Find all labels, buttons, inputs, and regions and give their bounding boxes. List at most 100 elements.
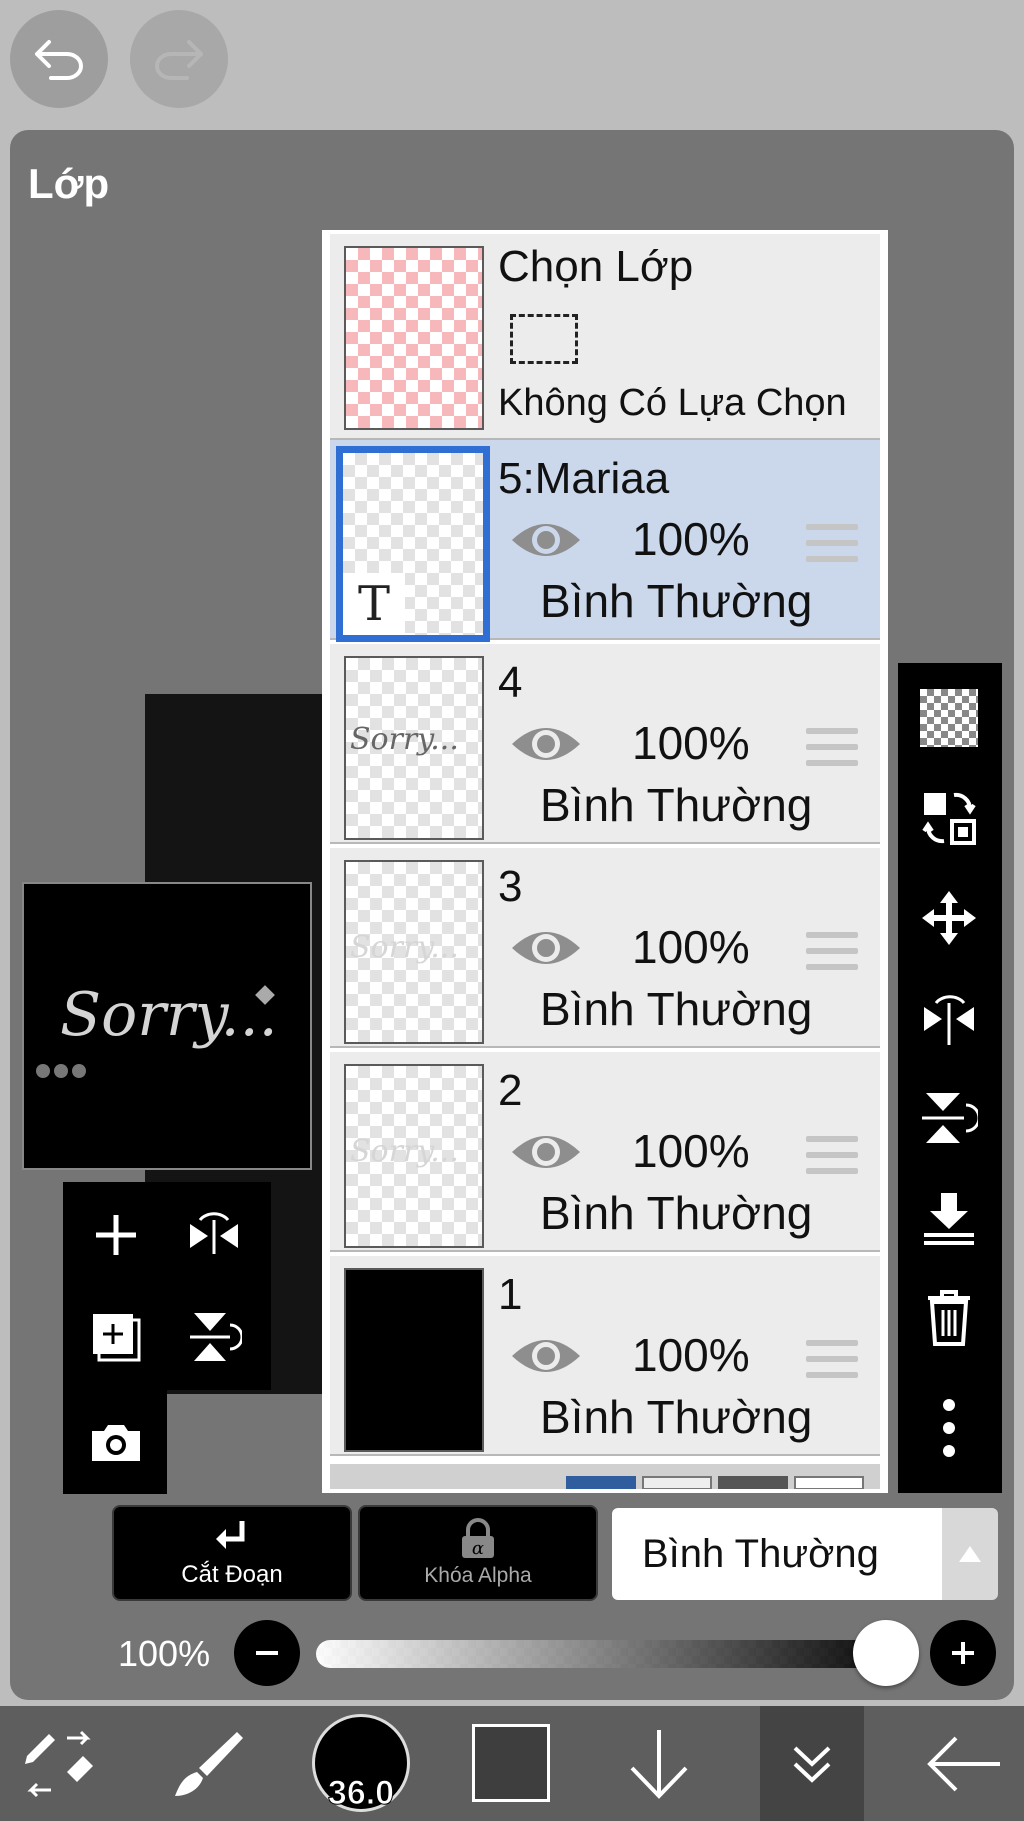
transparent-fill-button[interactable] [914, 683, 984, 753]
redo-button[interactable] [130, 10, 228, 108]
right-toolbar [898, 663, 1002, 1493]
layer-thumbnail: Sorry... [344, 1064, 484, 1248]
left-toolbar-camera [63, 1390, 167, 1494]
plus-icon [96, 1215, 136, 1255]
pen-eraser-icon [25, 1730, 93, 1797]
layer-row[interactable]: T 5:Mariaa 100% Bình Thường [330, 440, 880, 642]
flip-vertical-icon [922, 1093, 978, 1143]
redo-icon [155, 40, 203, 80]
brush-button[interactable] [164, 1706, 254, 1821]
drag-handle-icon[interactable] [806, 1340, 858, 1380]
merge-down-button[interactable] [914, 1183, 984, 1253]
drag-handle-icon[interactable] [806, 932, 858, 972]
thumbnail-text: Sorry... [350, 1134, 459, 1169]
canvas-preview[interactable]: Sorry... [22, 882, 312, 1170]
checker-icon [920, 689, 978, 747]
layer-thumbnail [344, 1268, 484, 1452]
blend-mode-arrow[interactable] [942, 1508, 998, 1600]
clipping-label: Cắt Đoạn [181, 1561, 283, 1588]
eye-icon[interactable] [510, 516, 582, 564]
merge-down-icon [924, 1193, 974, 1245]
flip-horizontal-button[interactable] [179, 1200, 249, 1270]
blend-mode-select[interactable]: Bình Thường [612, 1508, 942, 1600]
layer-thumbnail: T [336, 446, 490, 642]
thumbnail-text: Sorry... [350, 722, 459, 757]
layer-thumbnail: Sorry... [344, 860, 484, 1044]
layer-name: 3 [498, 862, 523, 911]
swap-layers-icon [922, 792, 976, 845]
undo-button[interactable] [10, 10, 108, 108]
panel-title: Lớp [28, 160, 110, 207]
duplicate-layer-icon [93, 1314, 141, 1362]
opacity-label: 100% [118, 1633, 211, 1674]
more-options-button[interactable] [914, 1393, 984, 1463]
plus-icon [952, 1642, 974, 1664]
double-chevron-down-icon [793, 1746, 831, 1783]
opacity-decrease-button[interactable] [234, 1620, 300, 1686]
opacity-slider[interactable] [316, 1640, 890, 1668]
preview-dots [36, 1064, 86, 1083]
layer-list: Chọn Lớp Không Có Lựa Chọn T 5:Mariaa 10… [322, 230, 888, 1493]
clipping-button[interactable]: Cắt Đoạn [112, 1505, 352, 1601]
color-swatch[interactable] [472, 1724, 550, 1802]
tool-switch-button[interactable] [14, 1706, 104, 1821]
drag-handle-icon[interactable] [806, 524, 858, 564]
layer-thumbnail: Sorry... [344, 656, 484, 840]
brush-icon [175, 1731, 243, 1796]
eye-icon[interactable] [510, 1128, 582, 1176]
layer-row[interactable]: Sorry... 2 100% Bình Thường [330, 1052, 880, 1252]
camera-button[interactable] [81, 1408, 151, 1478]
alpha-lock-label: Khóa Alpha [424, 1564, 532, 1587]
layer-row[interactable]: 1 100% Bình Thường [330, 1256, 880, 1456]
layer-row[interactable]: Sorry... 3 100% Bình Thường [330, 848, 880, 1048]
layer-name: 4 [498, 658, 523, 707]
layer-name: 1 [498, 1270, 523, 1319]
move-button[interactable] [914, 883, 984, 953]
camera-icon [92, 1425, 140, 1461]
eye-icon[interactable] [510, 720, 582, 768]
arrow-left-icon [927, 1736, 1000, 1791]
clipping-icon [216, 1521, 245, 1549]
eye-icon[interactable] [510, 1332, 582, 1380]
layer-blend-mode: Bình Thường [540, 983, 813, 1035]
layer-opacity: 100% [632, 717, 750, 769]
trash-icon [928, 1290, 970, 1346]
layer-blend-mode: Bình Thường [540, 1187, 813, 1239]
swap-layer-button[interactable] [914, 783, 984, 853]
flip-horizontal-icon [190, 1212, 238, 1254]
drag-handle-icon[interactable] [806, 728, 858, 768]
opacity-slider-knob[interactable] [853, 1620, 919, 1686]
selection-layer-title: Chọn Lớp [498, 242, 694, 291]
layer-opacity: 100% [632, 1125, 750, 1177]
selection-layer-row[interactable]: Chọn Lớp Không Có Lựa Chọn [330, 234, 880, 440]
layer-row[interactable]: Sorry... 4 100% Bình Thường [330, 644, 880, 844]
layer-down-button[interactable] [614, 1706, 704, 1821]
triangle-up-icon [959, 1546, 981, 1562]
svg-text:α: α [472, 1538, 484, 1559]
move-icon [922, 891, 976, 945]
flip-horizontal-icon [924, 995, 974, 1045]
preview-sorry-text: Sorry... [60, 980, 278, 1050]
alpha-lock-button[interactable]: α Khóa Alpha [358, 1505, 598, 1601]
layer-opacity: 100% [632, 1329, 750, 1381]
left-toolbar [63, 1182, 271, 1390]
opacity-increase-button[interactable] [930, 1620, 996, 1686]
background-color-strip[interactable] [330, 1464, 880, 1489]
add-layer-button[interactable] [81, 1200, 151, 1270]
drag-handle-icon[interactable] [806, 1136, 858, 1176]
flip-horizontal-right-button[interactable] [914, 983, 984, 1053]
layer-blend-mode: Bình Thường [540, 575, 813, 627]
thumbnail-text: Sorry... [350, 930, 459, 965]
flip-vertical-right-button[interactable] [914, 1083, 984, 1153]
lock-icon: α [462, 1518, 494, 1559]
back-button[interactable] [916, 1706, 1012, 1821]
dashed-selection-icon [510, 314, 578, 364]
layer-blend-mode: Bình Thường [540, 779, 813, 831]
selection-layer-thumbnail [344, 246, 484, 430]
layers-button[interactable] [766, 1706, 858, 1821]
flip-vertical-button[interactable] [179, 1302, 249, 1372]
copy-layer-button[interactable] [81, 1302, 151, 1372]
delete-layer-button[interactable] [914, 1283, 984, 1353]
layer-blend-mode: Bình Thường [540, 1391, 813, 1443]
eye-icon[interactable] [510, 924, 582, 972]
